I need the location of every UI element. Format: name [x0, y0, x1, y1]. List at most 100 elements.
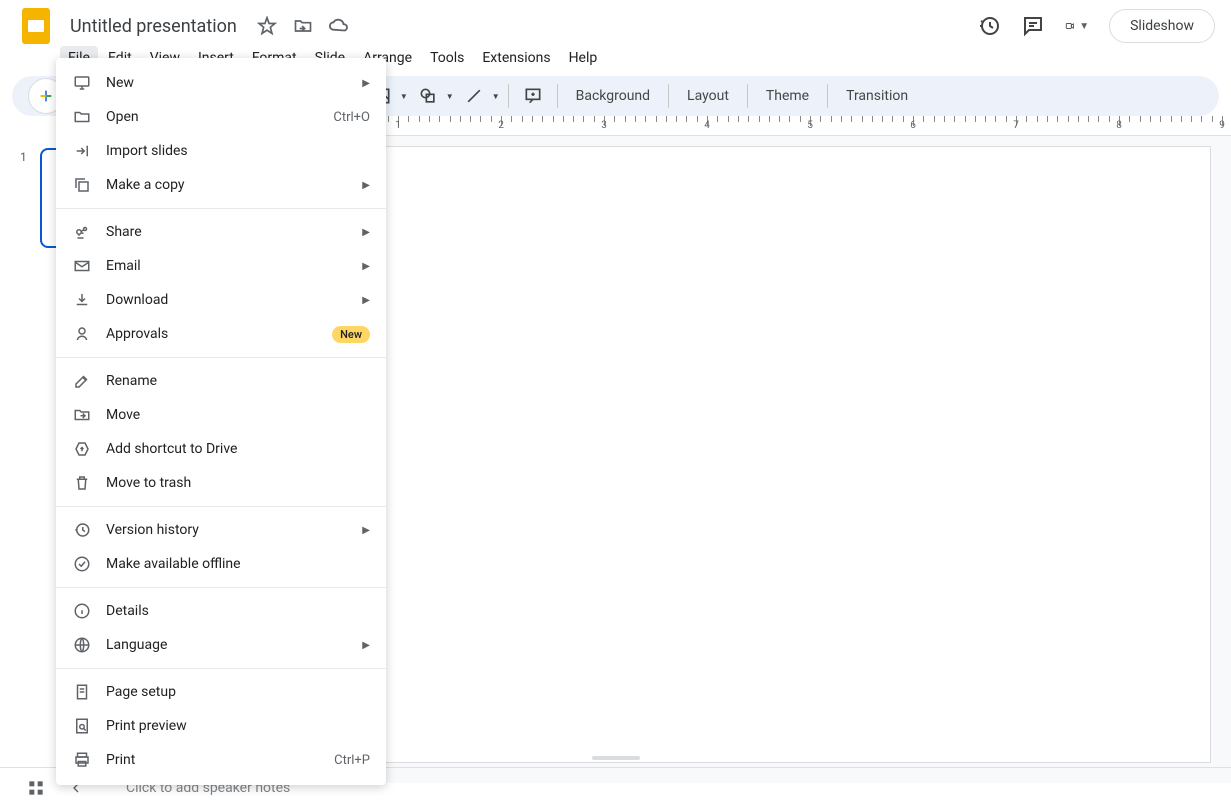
slide-canvas[interactable]: [260, 146, 1211, 763]
menu-item-language[interactable]: Language▶: [56, 628, 386, 662]
submenu-arrow-icon: ▶: [362, 227, 370, 238]
comment-icon[interactable]: [1021, 14, 1045, 38]
menu-label: Add shortcut to Drive: [106, 441, 370, 457]
grid-view-icon[interactable]: [24, 776, 48, 800]
menu-item-page-setup[interactable]: Page setup: [56, 675, 386, 709]
rename-icon: [72, 371, 92, 391]
notes-resize-handle[interactable]: [592, 756, 640, 760]
menu-label: New: [106, 75, 362, 91]
menu-label: Details: [106, 603, 370, 619]
menu-separator: [56, 587, 386, 588]
meet-icon[interactable]: ▼: [1065, 14, 1089, 38]
menu-item-move-to-trash[interactable]: Move to trash: [56, 466, 386, 500]
menu-separator: [56, 357, 386, 358]
menu-label: Email: [106, 258, 362, 274]
submenu-arrow-icon: ▶: [362, 640, 370, 651]
menu-item-make-a-copy[interactable]: Make a copy▶: [56, 168, 386, 202]
menu-label: Share: [106, 224, 362, 240]
separator: [668, 84, 669, 108]
copy-icon: [72, 175, 92, 195]
shortcut: Ctrl+O: [333, 110, 370, 125]
email-icon: [72, 256, 92, 276]
menu-label: Make a copy: [106, 177, 362, 193]
shortcut: Ctrl+P: [334, 753, 370, 768]
layout-button[interactable]: Layout: [677, 82, 739, 110]
menu-label: Approvals: [106, 326, 332, 342]
canvas-area: [240, 136, 1231, 783]
menu-tools[interactable]: Tools: [422, 46, 472, 70]
line-dropdown[interactable]: ▼: [492, 92, 500, 101]
menu-extensions[interactable]: Extensions: [474, 46, 558, 70]
menu-item-new[interactable]: New▶: [56, 66, 386, 100]
separator: [508, 84, 509, 108]
menu-item-import-slides[interactable]: Import slides: [56, 134, 386, 168]
submenu-arrow-icon: ▶: [362, 525, 370, 536]
slides-logo[interactable]: [16, 6, 56, 46]
shape-button[interactable]: [412, 80, 444, 112]
new-badge: New: [332, 326, 370, 343]
menu-item-move[interactable]: Move: [56, 398, 386, 432]
menu-separator: [56, 668, 386, 669]
import-icon: [72, 141, 92, 161]
trash-icon: [72, 473, 92, 493]
menu-label: Print preview: [106, 718, 370, 734]
line-button[interactable]: [458, 80, 490, 112]
menu-separator: [56, 208, 386, 209]
menu-label: Download: [106, 292, 362, 308]
submenu-arrow-icon: ▶: [362, 78, 370, 89]
move-icon: [72, 405, 92, 425]
star-icon[interactable]: [255, 14, 279, 38]
move-icon[interactable]: [291, 14, 315, 38]
menu-item-details[interactable]: Details: [56, 594, 386, 628]
submenu-arrow-icon: ▶: [362, 180, 370, 191]
slideshow-button[interactable]: Slideshow: [1109, 9, 1215, 43]
share-icon: [72, 222, 92, 242]
menu-label: Rename: [106, 373, 370, 389]
submenu-arrow-icon: ▶: [362, 295, 370, 306]
globe-icon: [72, 635, 92, 655]
doc-title[interactable]: Untitled presentation: [64, 14, 243, 39]
transition-button[interactable]: Transition: [836, 82, 918, 110]
menu-item-rename[interactable]: Rename: [56, 364, 386, 398]
image-dropdown[interactable]: ▼: [400, 92, 408, 101]
menu-item-version-history[interactable]: Version history▶: [56, 513, 386, 547]
background-button[interactable]: Background: [566, 82, 660, 110]
menu-label: Move to trash: [106, 475, 370, 491]
menu-label: Move: [106, 407, 370, 423]
drive-shortcut-icon: [72, 439, 92, 459]
menu-item-share[interactable]: Share▶: [56, 215, 386, 249]
menu-label: Make available offline: [106, 556, 370, 572]
menu-item-add-shortcut-to-drive[interactable]: Add shortcut to Drive: [56, 432, 386, 466]
menu-item-approvals[interactable]: ApprovalsNew: [56, 317, 386, 351]
menu-label: Language: [106, 637, 362, 653]
menu-item-make-available-offline[interactable]: Make available offline: [56, 547, 386, 581]
menu-label: Open: [106, 109, 333, 125]
menu-label: Import slides: [106, 143, 370, 159]
menu-item-download[interactable]: Download▶: [56, 283, 386, 317]
separator: [747, 84, 748, 108]
comment-button[interactable]: [517, 80, 549, 112]
submenu-arrow-icon: ▶: [362, 261, 370, 272]
ruler: 123456789: [255, 116, 1231, 136]
shape-dropdown[interactable]: ▼: [446, 92, 454, 101]
menu-label: Page setup: [106, 684, 370, 700]
print-icon: [72, 750, 92, 770]
menu-help[interactable]: Help: [561, 46, 606, 70]
menu-item-open[interactable]: OpenCtrl+O: [56, 100, 386, 134]
thumb-number: 1: [20, 148, 32, 164]
separator: [827, 84, 828, 108]
theme-button[interactable]: Theme: [756, 82, 819, 110]
header: Untitled presentation ▼ Slideshow: [0, 0, 1231, 44]
menu-label: Version history: [106, 522, 362, 538]
history-icon[interactable]: [977, 14, 1001, 38]
cloud-icon[interactable]: [327, 14, 351, 38]
folder-icon: [72, 107, 92, 127]
menu-item-print-preview[interactable]: Print preview: [56, 709, 386, 743]
menu-item-print[interactable]: PrintCtrl+P: [56, 743, 386, 777]
menu-label: Print: [106, 752, 334, 768]
monitor-icon: [72, 73, 92, 93]
preview-icon: [72, 716, 92, 736]
menu-separator: [56, 506, 386, 507]
menu-item-email[interactable]: Email▶: [56, 249, 386, 283]
approval-icon: [72, 324, 92, 344]
